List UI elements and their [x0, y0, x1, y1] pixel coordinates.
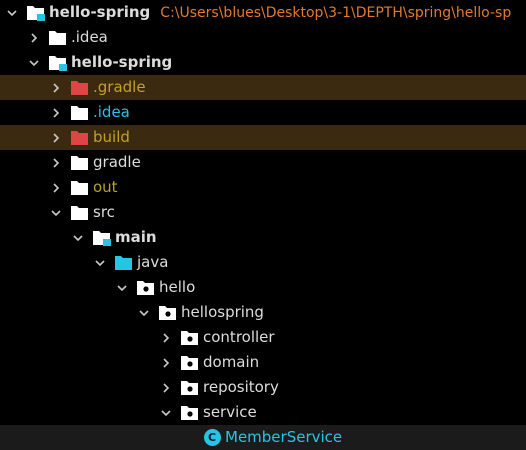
chevron-down-icon[interactable] [159, 406, 173, 420]
chevron-down-icon[interactable] [93, 256, 107, 270]
chevron-right-icon[interactable] [49, 156, 63, 170]
module-folder-icon [26, 4, 46, 22]
tree-item[interactable]: out [0, 175, 526, 200]
tree-item-label: service [203, 403, 257, 421]
tree-item[interactable]: gradle [0, 150, 526, 175]
package-icon [180, 354, 200, 372]
tree-item[interactable]: src [0, 200, 526, 225]
tree-item[interactable]: hello [0, 275, 526, 300]
chevron-right-icon[interactable] [49, 181, 63, 195]
tree-item-label: hello [159, 278, 196, 296]
folder-icon [70, 104, 90, 122]
tree-root[interactable]: hello-spring C:\Users\blues\Desktop\3-1\… [0, 0, 526, 25]
chevron-down-icon[interactable] [137, 306, 151, 320]
tree-item[interactable]: main [0, 225, 526, 250]
package-icon [180, 329, 200, 347]
tree-item-label: src [93, 203, 115, 221]
chevron-right-icon[interactable] [159, 331, 173, 345]
tree-item-label: out [93, 178, 118, 196]
tree-item-label: repository [203, 378, 279, 396]
tree-item[interactable]: service [0, 400, 526, 425]
project-path: C:\Users\blues\Desktop\3-1\DEPTH\spring\… [160, 4, 512, 21]
folder-icon [70, 179, 90, 197]
tree-item-label: hello-spring [71, 53, 173, 71]
tree-item-label: .idea [93, 103, 130, 121]
class-icon: C [202, 429, 222, 447]
tree-item-label: java [137, 253, 169, 271]
chevron-right-icon[interactable] [49, 81, 63, 95]
chevron-right-icon[interactable] [49, 131, 63, 145]
excluded-folder-icon [70, 79, 90, 97]
excluded-folder-icon [70, 129, 90, 147]
folder-icon [70, 154, 90, 172]
folder-icon [48, 29, 68, 47]
tree-item[interactable]: controller [0, 325, 526, 350]
chevron-down-icon[interactable] [5, 6, 19, 20]
tree-item-label: domain [203, 353, 260, 371]
tree-item-label: MemberService [225, 428, 343, 446]
chevron-down-icon[interactable] [115, 281, 129, 295]
chevron-right-icon[interactable] [159, 356, 173, 370]
tree-item[interactable]: hellospring [0, 300, 526, 325]
chevron-down-icon[interactable] [71, 231, 85, 245]
tree-item[interactable]: .gradle [0, 75, 526, 100]
project-tree: hello-spring C:\Users\blues\Desktop\3-1\… [0, 0, 526, 450]
tree-item-label: hellospring [181, 303, 264, 321]
package-icon [136, 279, 156, 297]
tree-item[interactable]: hello-spring [0, 50, 526, 75]
tree-item[interactable]: repository [0, 375, 526, 400]
module-folder-icon [48, 54, 68, 72]
tree-item-label: build [93, 128, 130, 146]
tree-item-label: gradle [93, 153, 141, 171]
tree-item[interactable]: domain [0, 350, 526, 375]
tree-item-label: controller [203, 328, 275, 346]
package-icon [158, 304, 178, 322]
chevron-down-icon[interactable] [49, 206, 63, 220]
tree-item-label: main [115, 228, 157, 246]
tree-item-label: .idea [71, 28, 108, 46]
chevron-right-icon[interactable] [27, 31, 41, 45]
package-icon [180, 404, 200, 422]
tree-item[interactable]: C MemberService [0, 425, 526, 450]
tree-item-label: .gradle [93, 78, 146, 96]
package-icon [180, 379, 200, 397]
tree-item[interactable]: .idea [0, 100, 526, 125]
source-folder-icon [114, 254, 134, 272]
chevron-right-icon[interactable] [49, 106, 63, 120]
chevron-right-icon[interactable] [159, 381, 173, 395]
tree-item[interactable]: java [0, 250, 526, 275]
chevron-down-icon[interactable] [27, 56, 41, 70]
module-folder-icon [92, 229, 112, 247]
tree-item[interactable]: .idea [0, 25, 526, 50]
project-name: hello-spring [49, 3, 151, 21]
tree-item[interactable]: build [0, 125, 526, 150]
folder-icon [70, 204, 90, 222]
